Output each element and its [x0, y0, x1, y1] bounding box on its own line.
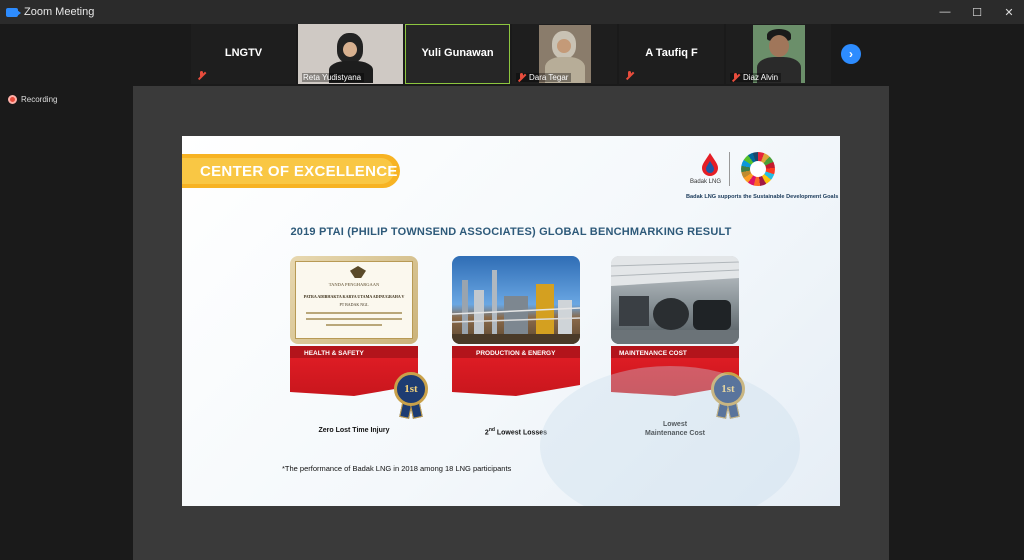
mic-muted-icon — [731, 73, 740, 82]
zoom-camera-icon — [6, 7, 21, 17]
participant-name: A Taufiq F — [645, 47, 698, 59]
participant-name: Reta Yudistyana — [303, 73, 362, 82]
participant-name: Diaz Alvin — [743, 73, 779, 82]
participant-name: Yuli Gunawan — [421, 47, 494, 59]
participant-tile-yuli[interactable]: Yuli Gunawan — [405, 24, 510, 84]
minimize-button[interactable]: — — [930, 0, 960, 24]
participant-name: Dara Tegar — [529, 73, 569, 82]
mic-muted-icon — [197, 71, 206, 80]
window-controls: — ☐ ✕ — [928, 0, 1024, 24]
recording-label: Recording — [21, 95, 58, 104]
participant-tile-dara[interactable]: Dara Tegar — [512, 24, 617, 84]
logo-name: Badak LNG — [690, 179, 722, 185]
participant-tile-reta[interactable]: Reta Yudistyana — [298, 24, 403, 84]
card-label: MAINTENANCE COST — [619, 350, 687, 357]
slide-title: 2019 PTAI (PHILIP TOWNSEND ASSOCIATES) G… — [290, 226, 732, 238]
card-label: HEALTH & SAFETY — [304, 350, 364, 357]
participant-tile-taufiq[interactable]: A Taufiq F — [619, 24, 724, 84]
participant-nameplate: Dara Tegar — [516, 73, 572, 82]
record-icon — [8, 95, 17, 104]
slide-banner-title: CENTER OF EXCELLENCE — [200, 162, 398, 180]
slide-banner: CENTER OF EXCELLENCE — [182, 154, 400, 188]
card-caption: Zero Lost Time Injury — [318, 427, 390, 434]
caption-line-1: Lowest — [662, 421, 688, 428]
recording-indicator[interactable]: Recording — [8, 95, 57, 104]
card-caption: 2nd Lowest Losses — [426, 426, 606, 437]
maximize-button[interactable]: ☐ — [962, 0, 992, 24]
card-label: PRODUCTION & ENERGY — [476, 350, 556, 357]
garuda-emblem-icon — [350, 266, 366, 278]
workshop-image — [611, 256, 739, 344]
badak-lng-logo-icon — [702, 153, 718, 176]
chevron-right-icon: › — [849, 47, 853, 61]
participant-nameplate: Diaz Alvin — [730, 73, 782, 82]
medal-text: 1st — [394, 372, 428, 406]
refinery-image — [452, 256, 580, 344]
caption-text: Lowest Losses — [494, 429, 548, 437]
certificate-heading: TANDA PENGHARGAAN — [328, 282, 380, 287]
slide-footnote: *The performance of Badak LNG in 2018 am… — [282, 464, 512, 473]
close-button[interactable]: ✕ — [994, 0, 1024, 24]
mic-muted-icon — [517, 73, 526, 82]
window-title: Zoom Meeting — [24, 6, 95, 18]
medal-text: 1st — [711, 372, 745, 406]
certificate-image: TANDA PENGHARGAAN PATRA ADIBHAKTA KARYA … — [290, 256, 418, 344]
mic-muted-icon — [625, 71, 634, 80]
certificate-award: PATRA ADIBHAKTA KARYA UTAMA ADINUGRAHA V — [303, 294, 405, 299]
next-page-button[interactable]: › — [841, 44, 861, 64]
participant-name: LNGTV — [224, 47, 263, 59]
title-bar: Zoom Meeting — ☐ ✕ — [0, 0, 1024, 24]
participant-tile-diaz[interactable]: Diaz Alvin — [726, 24, 831, 84]
participant-nameplate: Reta Yudistyana — [302, 73, 365, 82]
first-place-medal-icon: 1st — [394, 372, 430, 420]
first-place-medal-icon: 1st — [711, 372, 747, 420]
logo-area: Badak LNG Badak LNG supports the Sustain… — [686, 150, 839, 202]
card-caption: Lowest Maintenance Cost — [585, 420, 765, 438]
participant-strip: LNGTV Reta Yudistyana Yuli Gunawan Dara … — [191, 24, 833, 84]
sdg-wheel-icon — [741, 152, 775, 186]
presentation-slide: CENTER OF EXCELLENCE Badak LNG Badak LNG… — [182, 136, 840, 506]
certificate-recipient: PT BADAK NGL — [339, 302, 369, 307]
participant-tile-lngtv[interactable]: LNGTV — [191, 24, 296, 84]
sdg-text: Badak LNG supports the Sustainable Devel… — [686, 194, 839, 200]
logo-divider — [729, 152, 730, 186]
caption-line-2: Maintenance Cost — [645, 430, 705, 437]
